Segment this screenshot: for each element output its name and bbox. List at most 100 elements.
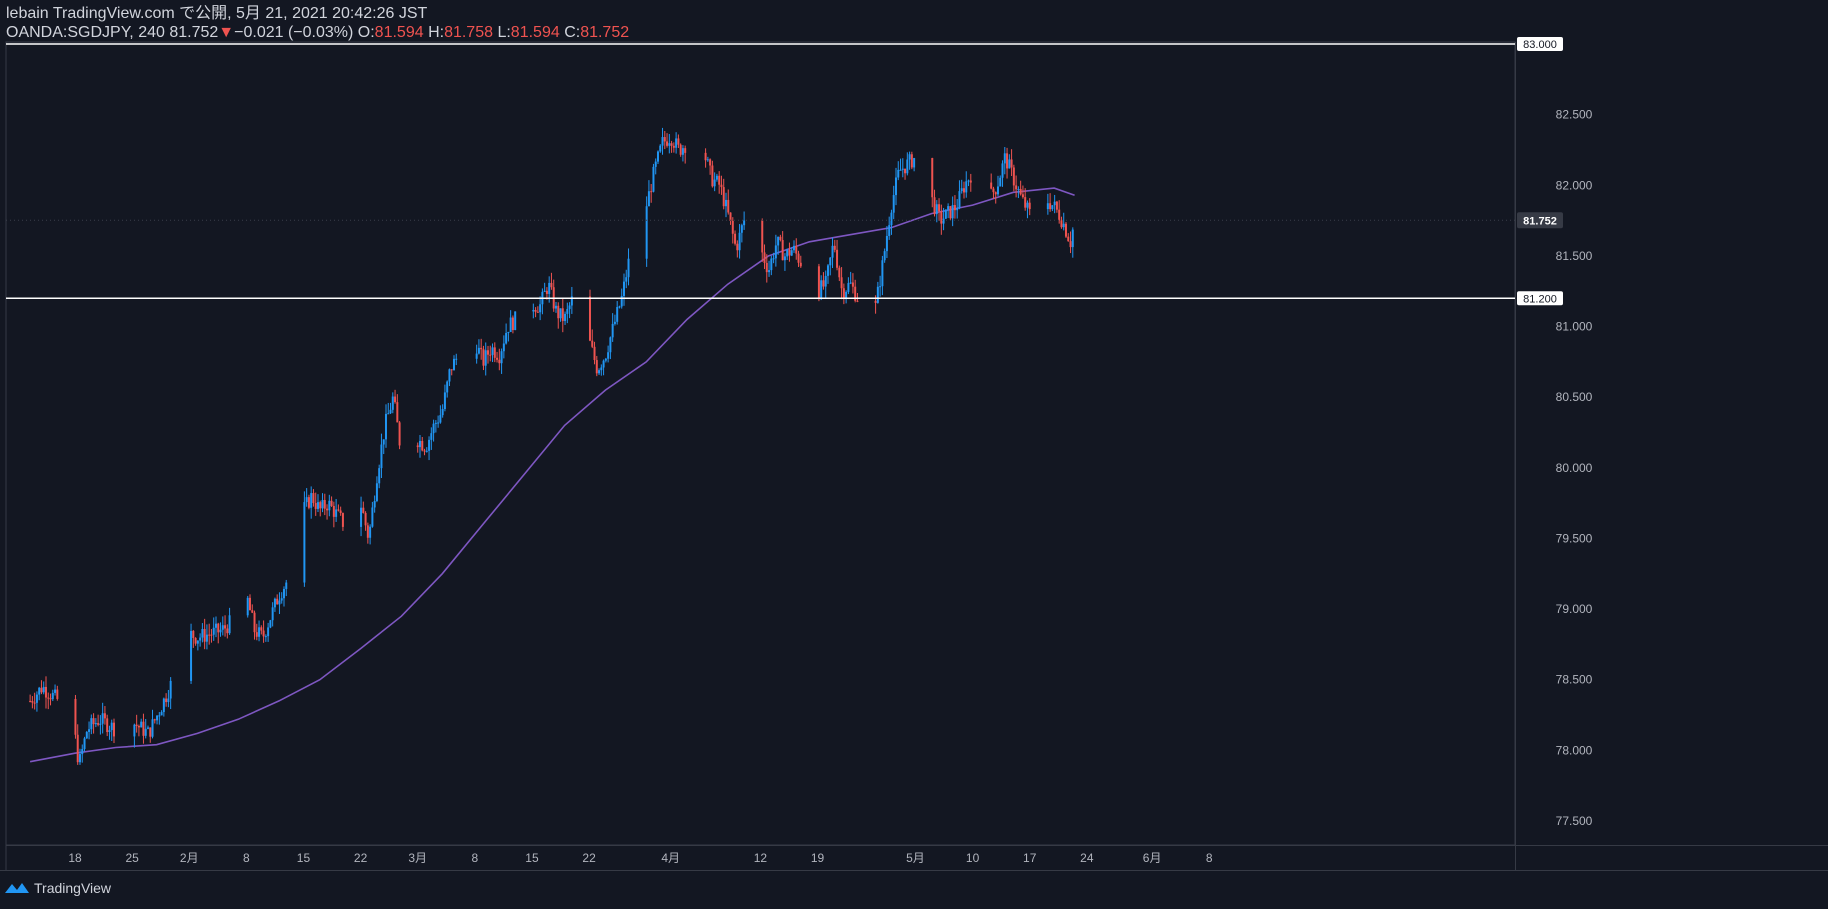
candles-layer xyxy=(29,127,1074,765)
last-price-label: 81.752 xyxy=(1523,215,1557,227)
candle-body xyxy=(1028,202,1031,210)
time-tick-label: 25 xyxy=(125,851,139,865)
candle-body xyxy=(371,507,374,527)
candle-body xyxy=(763,252,766,263)
candle-body xyxy=(480,347,483,350)
candle-body xyxy=(595,360,598,374)
candle-body xyxy=(598,370,601,374)
candle-body xyxy=(153,719,156,721)
candle-body xyxy=(1003,153,1006,164)
candle-body xyxy=(1060,220,1063,228)
candle-body xyxy=(831,245,834,258)
candle-body xyxy=(210,634,213,636)
candle-body xyxy=(709,159,712,166)
candle-body xyxy=(509,317,512,332)
candle-body xyxy=(314,503,317,509)
time-tick-label: 12 xyxy=(754,851,768,865)
candle-body xyxy=(965,181,968,193)
price-tick-label: 80.500 xyxy=(1556,390,1593,404)
candle-body xyxy=(822,280,825,287)
candle-body xyxy=(967,180,970,182)
candle-body xyxy=(196,640,199,644)
candle-body xyxy=(416,445,419,448)
candle-body xyxy=(727,199,730,213)
brand-text[interactable]: TradingView xyxy=(34,880,111,896)
candle-body xyxy=(663,137,666,142)
candle-body xyxy=(944,209,947,219)
candle-body xyxy=(781,240,784,261)
candle-body xyxy=(851,282,854,287)
candle-body xyxy=(656,151,659,162)
candle-body xyxy=(430,433,433,440)
time-tick-label: 22 xyxy=(354,851,368,865)
candle-body xyxy=(969,180,972,183)
candle-body xyxy=(1071,229,1074,248)
candle-body xyxy=(820,280,823,299)
candle-body xyxy=(829,257,832,266)
candle-body xyxy=(786,249,789,257)
candle-body xyxy=(475,353,478,359)
candle-body xyxy=(312,493,315,504)
candle-body xyxy=(328,500,331,511)
candle-body xyxy=(446,381,449,393)
candle-body xyxy=(428,439,431,451)
price-tick-label: 79.500 xyxy=(1556,531,1593,545)
candle-body xyxy=(162,698,165,713)
candle-body xyxy=(543,290,546,292)
candle-body xyxy=(1049,203,1052,210)
candle-body xyxy=(566,308,569,314)
candle-body xyxy=(49,698,52,700)
candle-body xyxy=(452,358,455,371)
price-chart[interactable]: 82.500 82.000 81.500 81.000 80.500 80.000 79.5… xyxy=(0,0,1828,909)
time-tick-label: 17 xyxy=(1023,851,1037,865)
candle-body xyxy=(600,367,603,371)
candle-body xyxy=(448,369,451,382)
candle-body xyxy=(199,637,202,641)
candle-body xyxy=(724,199,727,207)
candle-body xyxy=(768,270,771,273)
candle-body xyxy=(380,444,383,469)
candle-body xyxy=(836,249,839,268)
candle-body xyxy=(221,625,224,630)
candle-body xyxy=(54,689,57,693)
candle-body xyxy=(602,360,605,368)
time-tick-label: 10 xyxy=(966,851,980,865)
candle-body xyxy=(332,505,335,517)
candle-body xyxy=(217,623,220,633)
candle-body xyxy=(203,629,206,642)
candle-body xyxy=(391,396,394,410)
candle-body xyxy=(101,713,104,724)
price-axis[interactable]: 82.500 82.000 81.500 81.000 80.500 80.000 79.5… xyxy=(1515,42,1593,870)
candle-body xyxy=(1055,201,1058,210)
candle-body xyxy=(246,597,249,616)
candle-body xyxy=(439,415,442,423)
candle-body xyxy=(647,191,650,207)
candle-body xyxy=(423,450,426,452)
candle-body xyxy=(933,197,936,215)
candle-body xyxy=(838,267,841,278)
candle-body xyxy=(226,628,229,634)
candle-body xyxy=(398,422,401,446)
price-tick-label: 82.000 xyxy=(1556,178,1593,192)
candle-body xyxy=(165,698,168,703)
candle-body xyxy=(711,165,714,187)
time-axis[interactable]: 18 25 2月 8 15 22 3月 8 15 22 4月 12 19 5月 10 17 24 6月 8 xyxy=(0,845,1828,871)
candle-body xyxy=(625,277,628,282)
candle-body xyxy=(160,712,163,716)
time-tick-label: 18 xyxy=(68,851,82,865)
candle-body xyxy=(253,612,256,633)
candle-body xyxy=(557,305,560,319)
candle-body xyxy=(736,243,739,251)
candle-body xyxy=(38,687,41,695)
candle-body xyxy=(373,501,376,508)
candle-body xyxy=(738,232,741,251)
candle-body xyxy=(489,354,492,356)
candle-body xyxy=(511,317,514,331)
candle-body xyxy=(722,187,725,207)
candle-body xyxy=(554,305,557,309)
candle-body xyxy=(593,346,596,361)
candle-body xyxy=(432,423,435,434)
candle-body xyxy=(947,206,950,210)
candle-body xyxy=(378,468,381,484)
candle-body xyxy=(881,260,884,287)
